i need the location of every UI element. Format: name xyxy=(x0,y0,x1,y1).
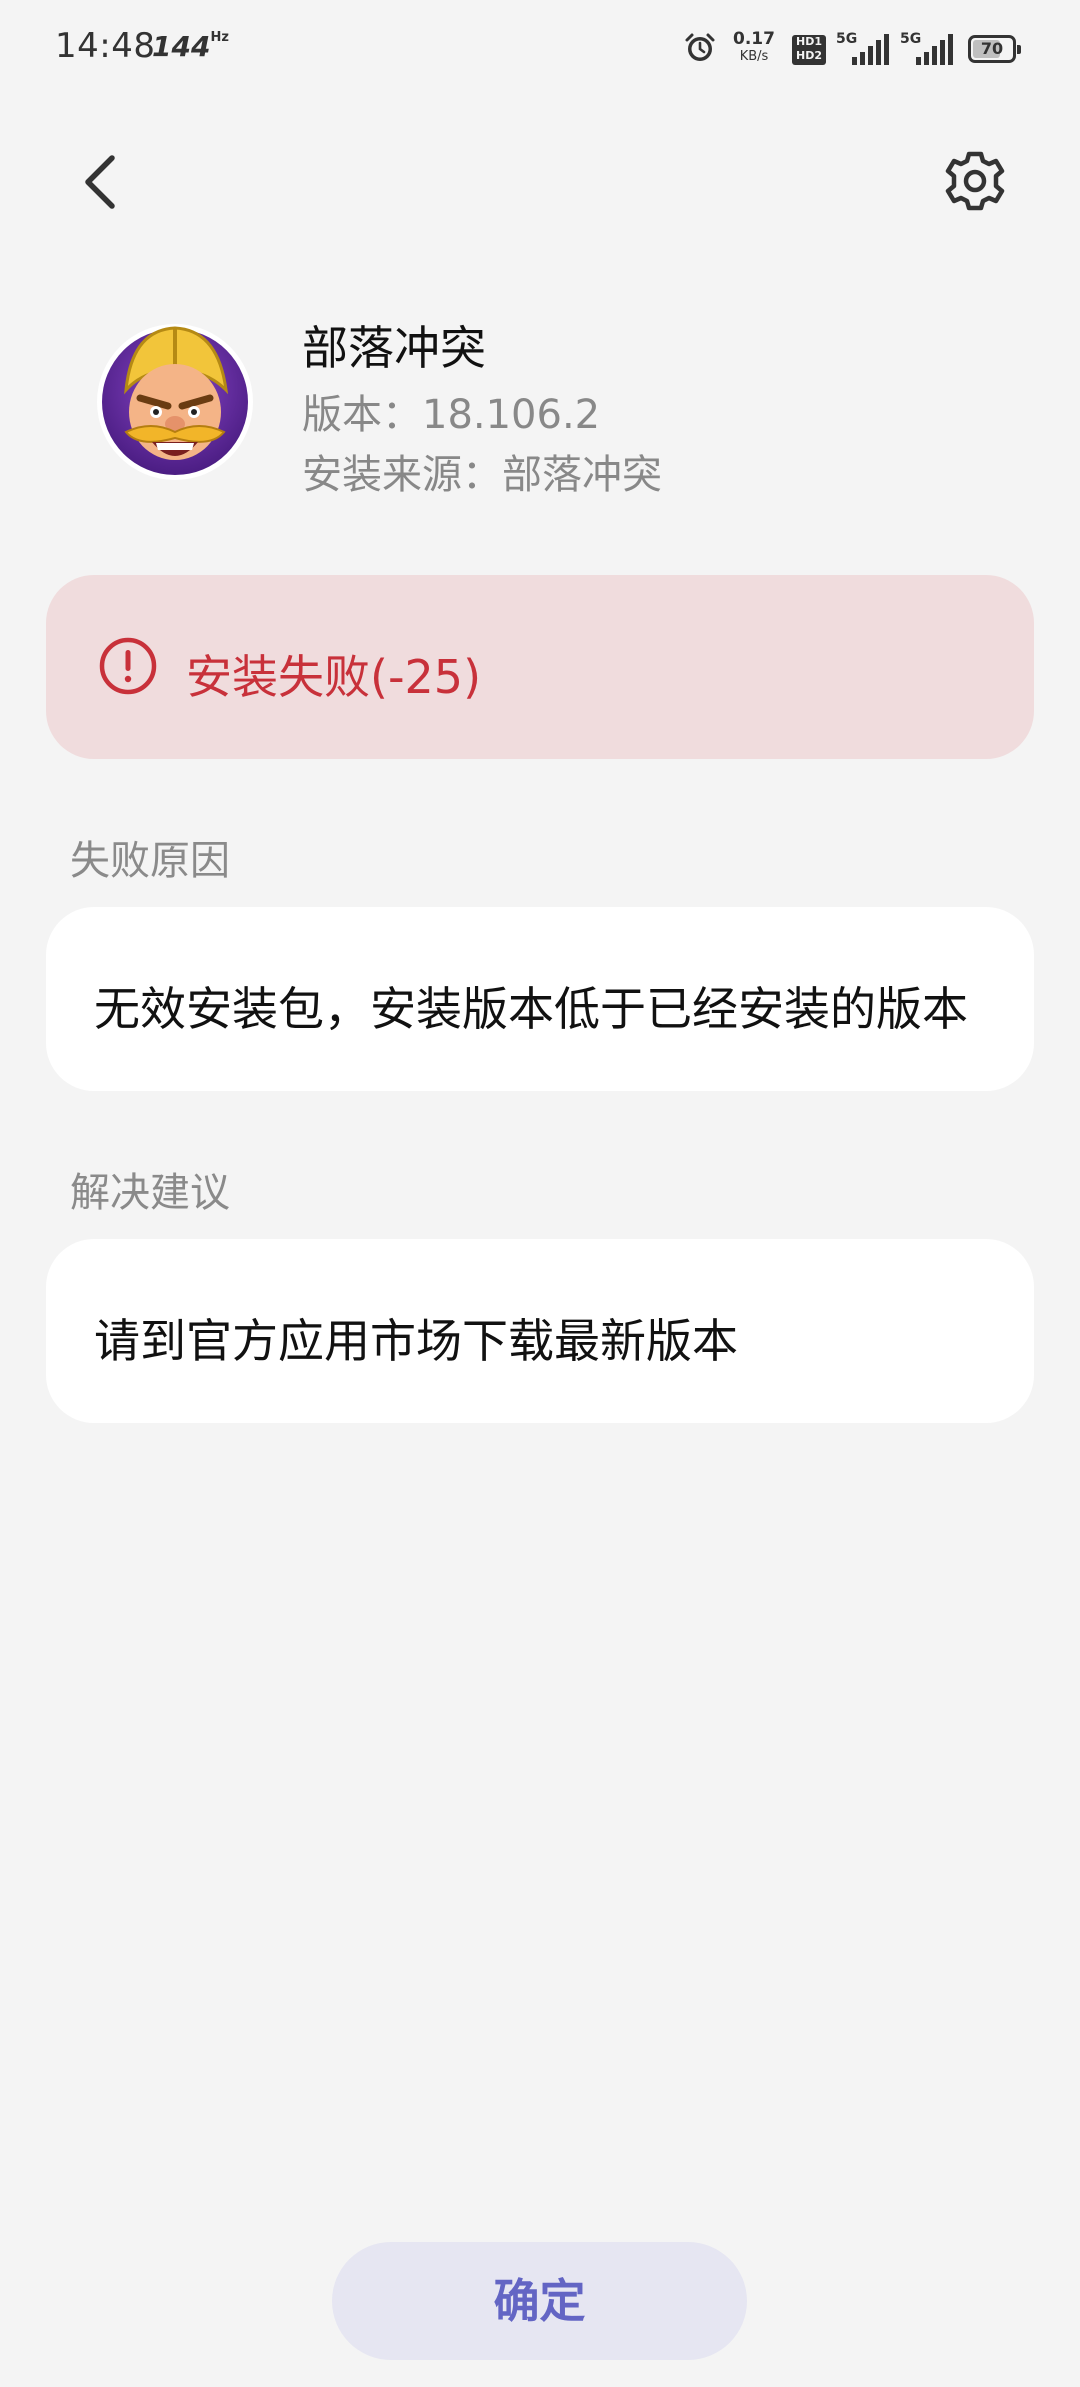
network-speed-value: 0.17 xyxy=(733,29,775,49)
suggestion-label: 解决建议 xyxy=(70,1170,230,1216)
hd-badge-2: HD2 xyxy=(796,49,822,62)
app-install-source: 安装来源：部落冲突 xyxy=(302,452,662,498)
status-time: 14:48 xyxy=(55,26,156,66)
hd-icon: HD1 HD2 xyxy=(792,35,826,65)
signal-icon: 5G xyxy=(900,31,960,67)
signal-icon: 5G xyxy=(836,31,896,67)
install-error-text: 安装失败(-25) xyxy=(186,650,482,704)
gear-icon xyxy=(945,151,1005,211)
failure-reason-card: 无效安装包，安装版本低于已经安装的版本 xyxy=(46,907,1034,1091)
battery-nub xyxy=(1017,45,1021,54)
suggestion-card: 请到官方应用市场下载最新版本 xyxy=(46,1239,1034,1423)
app-name: 部落冲突 xyxy=(302,321,486,375)
signal-2-network: 5G xyxy=(900,31,922,47)
battery-icon: 70 xyxy=(968,35,1021,63)
network-speed-unit: KB/s xyxy=(739,49,769,64)
install-error-banner: 安装失败(-25) xyxy=(46,575,1034,759)
status-bar: 14:48 144Hz 0.17 KB/s HD1 HD2 5G 5G 70 xyxy=(0,0,1080,100)
refresh-rate: 144Hz xyxy=(152,30,229,63)
settings-button[interactable] xyxy=(935,145,1015,217)
app-icon xyxy=(96,320,254,484)
battery-level: 70 xyxy=(980,39,1004,58)
signal-1-network: 5G xyxy=(836,31,858,47)
back-button[interactable] xyxy=(62,140,142,220)
refresh-rate-unit: Hz xyxy=(210,30,229,45)
failure-reason-label: 失败原因 xyxy=(70,838,230,884)
refresh-rate-value: 144 xyxy=(152,30,211,63)
chevron-left-icon xyxy=(85,155,115,209)
hd-badge-1: HD1 xyxy=(796,35,822,48)
barbarian-app-icon xyxy=(97,324,253,480)
failure-reason-text: 无效安装包，安装版本低于已经安装的版本 xyxy=(94,982,968,1036)
network-speed: 0.17 KB/s xyxy=(732,31,776,65)
alarm-icon xyxy=(685,33,715,61)
alert-circle-icon xyxy=(99,637,157,695)
confirm-button[interactable]: 确定 xyxy=(332,2242,747,2360)
suggestion-text: 请到官方应用市场下载最新版本 xyxy=(94,1314,738,1368)
app-version: 版本：18.106.2 xyxy=(302,392,601,438)
